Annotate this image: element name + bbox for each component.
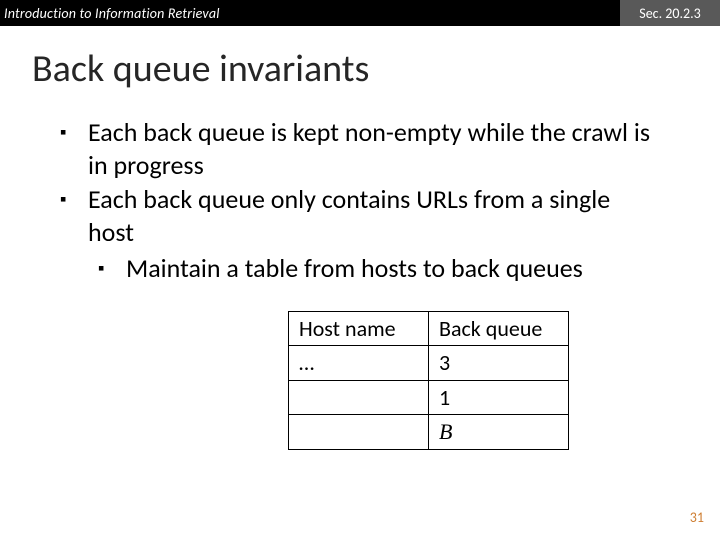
bullet-mark-icon: ▪: [98, 252, 126, 285]
bullet-item: ▪ Each back queue only contains URLs fro…: [60, 183, 660, 248]
page-number: 31: [690, 509, 704, 526]
bullet-mark-icon: ▪: [60, 183, 88, 248]
course-title: Introduction to Information Retrieval: [0, 5, 220, 22]
table-header-cell: Host name: [289, 311, 429, 346]
slide-body: ▪ Each back queue is kept non-empty whil…: [0, 116, 720, 450]
table-row: Host name Back queue: [289, 311, 569, 346]
table-cell: …: [289, 346, 429, 381]
table-cell: [289, 380, 429, 415]
hosts-table-wrap: Host name Back queue … 3 1 B: [288, 311, 660, 450]
table-row: B: [289, 415, 569, 450]
table-cell: 3: [429, 346, 569, 381]
bullet-mark-icon: ▪: [60, 116, 88, 181]
hosts-table: Host name Back queue … 3 1 B: [288, 311, 569, 450]
section-label: Sec. 20.2.3: [620, 0, 720, 26]
table-row: … 3: [289, 346, 569, 381]
bullet-item: ▪ Each back queue is kept non-empty whil…: [60, 116, 660, 181]
slide-title: Back queue invariants: [0, 26, 720, 116]
bullet-item-sub: ▪ Maintain a table from hosts to back qu…: [98, 252, 660, 285]
bullet-text: Maintain a table from hosts to back queu…: [126, 252, 583, 285]
table-cell: 1: [429, 380, 569, 415]
bullet-text: Each back queue only contains URLs from …: [88, 183, 660, 248]
table-row: 1: [289, 380, 569, 415]
table-cell: B: [429, 415, 569, 450]
table-header-cell: Back queue: [429, 311, 569, 346]
header-bar: Introduction to Information Retrieval Se…: [0, 0, 720, 26]
table-cell: [289, 415, 429, 450]
bullet-text: Each back queue is kept non-empty while …: [88, 116, 660, 181]
